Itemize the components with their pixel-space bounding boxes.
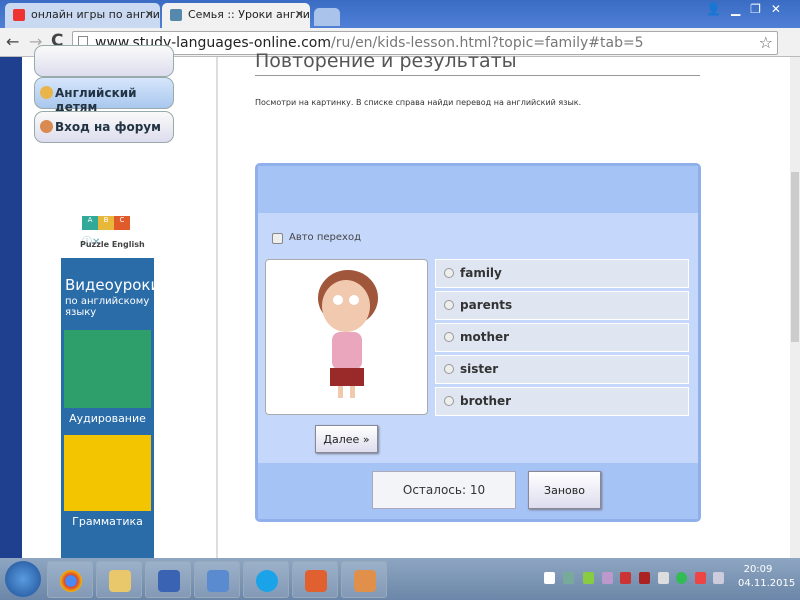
radio-icon: [444, 332, 454, 342]
clock[interactable]: 20:09 04.11.2015: [738, 564, 796, 589]
option-label: family: [460, 266, 502, 280]
yandex-icon: [13, 9, 25, 21]
star-icon[interactable]: ☆: [759, 33, 773, 52]
listening-image: [64, 330, 151, 408]
close-icon[interactable]: ✕: [145, 8, 154, 21]
tool-icon[interactable]: [620, 572, 631, 584]
taskbar-word[interactable]: [145, 561, 191, 598]
skype-icon: [256, 570, 278, 592]
users-icon: [40, 120, 53, 133]
remaining-counter: Осталось: 10: [372, 471, 516, 509]
puzzle-logo: ABC ⓘ✕: [82, 207, 152, 248]
action-center-icon[interactable]: [695, 572, 706, 584]
restart-button[interactable]: Заново: [528, 471, 601, 509]
tab-label: онлайн игры по английск: [31, 8, 160, 21]
ad-headline: Видеоуроки: [65, 276, 161, 294]
girl-image: [318, 270, 378, 398]
chrome-icon: [60, 570, 82, 592]
ad-brand: Puzzle English: [80, 240, 145, 249]
grammar-image: [64, 435, 151, 511]
option-sister[interactable]: sister: [435, 355, 689, 384]
security-icon[interactable]: [563, 572, 574, 584]
option-label: mother: [460, 330, 510, 344]
acrobat-icon[interactable]: [639, 572, 650, 584]
new-tab-button[interactable]: [314, 8, 340, 26]
speaker-icon: [207, 570, 229, 592]
signal-icon[interactable]: [713, 572, 724, 584]
url-path: /ru/en/kids-lesson.html?topic=family#tab…: [331, 35, 644, 51]
radio-icon: [444, 268, 454, 278]
radio-icon: [444, 300, 454, 310]
option-label: parents: [460, 298, 513, 312]
letter: C: [114, 216, 130, 230]
taskbar-explorer[interactable]: [96, 561, 142, 598]
close-icon[interactable]: ✕: [295, 8, 304, 21]
option-mother[interactable]: mother: [435, 323, 689, 352]
radio-icon: [444, 396, 454, 406]
ad-banner[interactable]: Видеоуроки по английскому языку Аудирова…: [61, 258, 161, 558]
option-label: brother: [460, 394, 512, 408]
start-button[interactable]: [5, 561, 41, 597]
instruction-text: Посмотри на картинку. В списке справа на…: [255, 98, 582, 107]
sidebar-button-partial[interactable]: [34, 45, 174, 77]
taskbar-chrome[interactable]: [47, 561, 93, 598]
auto-checkbox[interactable]: [272, 233, 283, 244]
onenote-icon[interactable]: [602, 572, 613, 584]
windows-icon[interactable]: [544, 572, 555, 584]
balloons-icon: [40, 86, 53, 99]
tab-label: Семья :: Уроки английск: [188, 8, 310, 21]
radio-icon: [444, 364, 454, 374]
taskbar-powerpoint[interactable]: [292, 561, 338, 598]
letter: A: [82, 216, 98, 230]
taskbar-audio[interactable]: [194, 561, 240, 598]
label: Вход на форум: [55, 120, 161, 134]
taskbar-photos[interactable]: [341, 561, 387, 598]
ad-subline: по английскому языку: [65, 296, 150, 318]
volume-icon[interactable]: [658, 572, 669, 584]
auto-label: Авто переход: [289, 232, 361, 243]
page-title: Повторение и результаты: [255, 50, 700, 76]
powerpoint-icon: [305, 570, 327, 592]
option-brother[interactable]: brother: [435, 387, 689, 416]
letter: B: [98, 216, 114, 230]
ad-item-1: Аудирование: [69, 412, 146, 425]
clock-time: 20:09: [743, 564, 773, 575]
ad-item-2: Грамматика: [72, 515, 143, 528]
picture-frame: [265, 259, 428, 415]
sidebar-button-forum[interactable]: Вход на форум: [34, 111, 174, 143]
clock-date: 04.11.2015: [738, 578, 796, 589]
tab-bar: онлайн игры по английск ✕ Семья :: Уроки…: [0, 0, 800, 28]
evernote-icon[interactable]: [583, 572, 594, 584]
tab-online-games[interactable]: онлайн игры по английск ✕: [5, 3, 160, 28]
option-parents[interactable]: parents: [435, 291, 689, 320]
option-family[interactable]: family: [435, 259, 689, 288]
panel-header: [258, 166, 698, 213]
next-button[interactable]: Далее »: [315, 425, 378, 453]
word-icon: [158, 570, 180, 592]
label: Английский детям: [55, 86, 137, 114]
option-label: sister: [460, 362, 499, 376]
taskbar-skype[interactable]: [243, 561, 289, 598]
network-icon[interactable]: [676, 572, 687, 584]
back-button[interactable]: ←: [6, 32, 19, 51]
quiz-panel: Авто переход family parents mother siste…: [255, 163, 701, 522]
scrollbar[interactable]: [790, 57, 800, 558]
tab-family[interactable]: Семья :: Уроки английск ✕: [162, 3, 310, 28]
sidebar-button-kids[interactable]: Английский детям: [34, 77, 174, 114]
window-controls[interactable]: 👤▁❐✕: [706, 2, 791, 16]
book-icon: [170, 9, 182, 21]
folder-icon: [109, 570, 131, 592]
photos-icon: [354, 570, 376, 592]
